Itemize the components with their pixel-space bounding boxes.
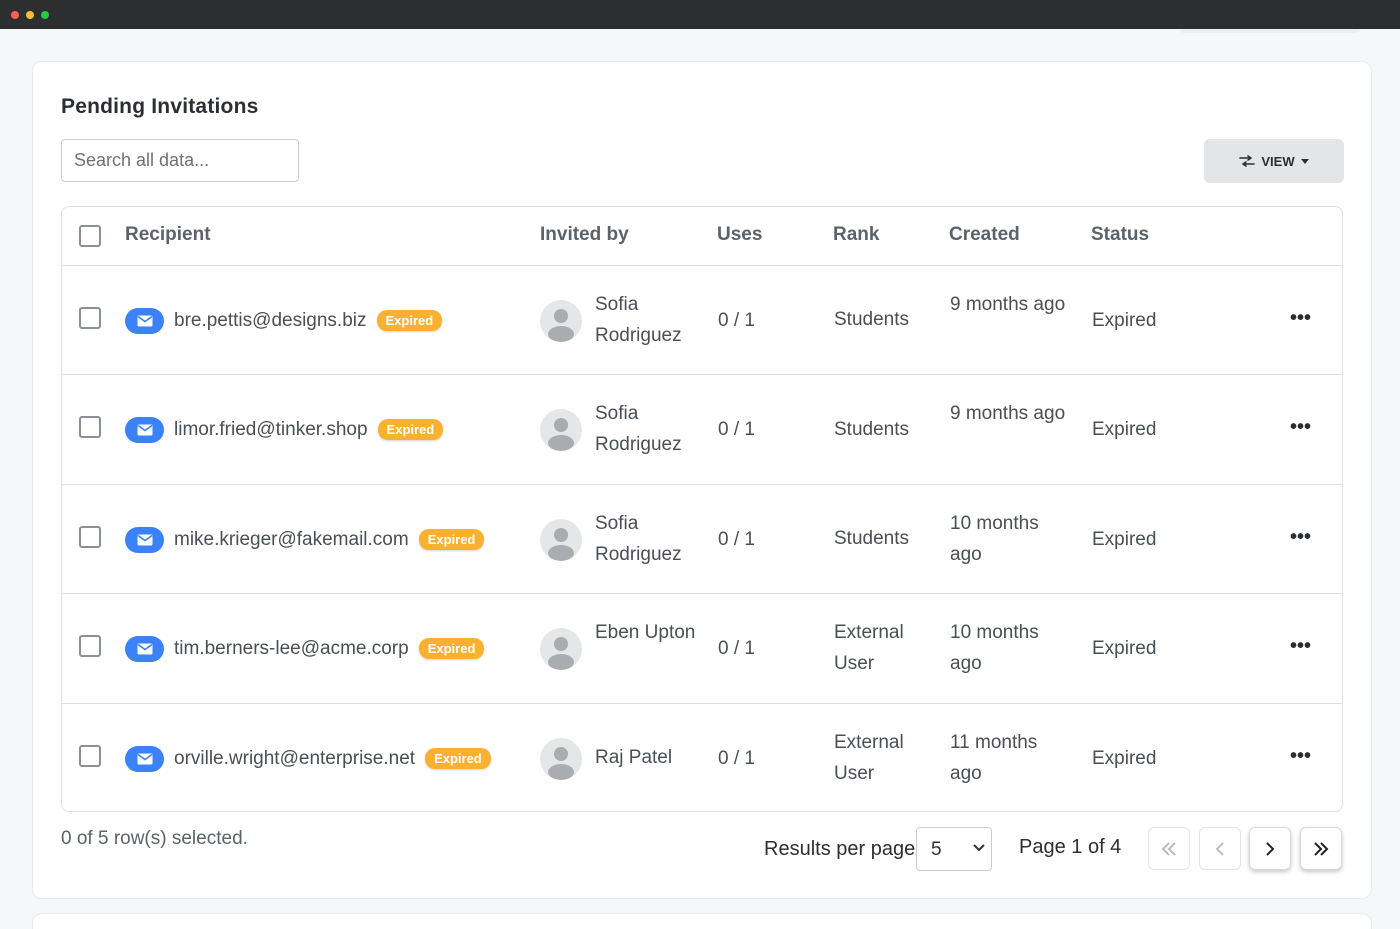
row-actions-button[interactable]: ••• [1290, 416, 1311, 439]
prev-page-button[interactable] [1199, 827, 1241, 870]
row-actions-button[interactable]: ••• [1290, 526, 1311, 549]
uses-cell: 0 / 1 [718, 309, 755, 331]
pending-invitations-card: Pending Invitations VIEW Recipient Invit… [32, 61, 1372, 899]
invitations-table: Recipient Invited by Uses Rank Created S… [61, 206, 1343, 812]
recipient-cell: orville.wright@enterprise.net Expired [174, 743, 491, 774]
table-row[interactable]: tim.berners-lee@acme.corp Expired Eben U… [62, 594, 1342, 704]
card-title: Pending Invitations [61, 95, 259, 118]
rank-cell: External User [834, 731, 904, 784]
caret-down-icon [1300, 158, 1309, 164]
created-cell: 9 months ago [950, 403, 1066, 424]
created-cell: 9 months ago [950, 293, 1066, 315]
results-per-page-label: Results per page [764, 838, 916, 860]
row-checkbox[interactable] [79, 525, 101, 548]
invited-by-cell: Raj Patel [595, 747, 673, 768]
expired-badge: Expired [377, 419, 444, 440]
table-row[interactable]: bre.pettis@designs.biz Expired Sofia Rod… [62, 266, 1342, 375]
header-recipient[interactable]: Recipient [125, 224, 211, 246]
status-cell: Expired [1092, 747, 1157, 769]
rank-cell: Students [834, 528, 909, 549]
recipient-email[interactable]: limor.fried@tinker.shop [174, 414, 368, 445]
view-options-button[interactable]: VIEW [1204, 139, 1344, 183]
user-avatar-icon [540, 628, 582, 670]
rank-cell: Students [834, 309, 909, 330]
header-created[interactable]: Created [949, 224, 1020, 246]
mail-icon [125, 417, 164, 443]
invited-by-cell: Sofia Rodriguez [595, 512, 682, 565]
maximize-window-button[interactable] [41, 11, 49, 19]
select-all-checkbox[interactable] [79, 225, 101, 247]
invited-by-cell: Eben Upton [595, 622, 696, 643]
search-input[interactable] [61, 139, 299, 182]
header-invited-by[interactable]: Invited by [540, 224, 629, 246]
sliders-icon [1239, 155, 1256, 167]
window-titlebar [0, 0, 1400, 29]
rank-cell: External User [834, 622, 904, 674]
user-avatar-icon [540, 299, 582, 342]
results-per-page-select[interactable]: 5 [916, 827, 992, 871]
table-row[interactable]: limor.fried@tinker.shop Expired Sofia Ro… [62, 375, 1342, 485]
row-checkbox[interactable] [79, 416, 101, 438]
next-card [32, 913, 1372, 929]
row-checkbox[interactable] [79, 635, 101, 657]
invited-by-cell: Sofia Rodriguez [595, 293, 682, 346]
last-page-button[interactable] [1300, 827, 1342, 870]
created-cell: 10 months ago [950, 512, 1039, 565]
header-status[interactable]: Status [1091, 224, 1149, 246]
table-row[interactable]: mike.krieger@fakemail.com Expired Sofia … [62, 485, 1342, 594]
header-uses[interactable]: Uses [717, 224, 762, 246]
recipient-email[interactable]: tim.berners-lee@acme.corp [174, 633, 409, 664]
chevron-right-icon [1266, 841, 1275, 856]
row-checkbox[interactable] [79, 744, 101, 767]
row-actions-button[interactable]: ••• [1290, 745, 1311, 768]
recipient-email[interactable]: bre.pettis@designs.biz [174, 305, 367, 336]
first-page-button[interactable] [1148, 827, 1190, 870]
selection-count: 0 of 5 row(s) selected. [61, 828, 248, 849]
status-cell: Expired [1092, 528, 1157, 550]
table-header: Recipient Invited by Uses Rank Created S… [62, 207, 1342, 266]
status-cell: Expired [1092, 419, 1157, 440]
recipient-email[interactable]: orville.wright@enterprise.net [174, 743, 415, 774]
expired-badge: Expired [418, 638, 485, 659]
mail-icon [125, 307, 164, 334]
close-window-button[interactable] [11, 11, 19, 19]
status-cell: Expired [1092, 309, 1157, 331]
row-actions-button[interactable]: ••• [1290, 307, 1311, 330]
user-avatar-icon [540, 518, 582, 561]
view-button-label: VIEW [1261, 153, 1295, 169]
user-avatar-icon [540, 737, 582, 780]
user-avatar-icon [540, 409, 582, 451]
row-actions-button[interactable]: ••• [1290, 635, 1311, 658]
uses-cell: 0 / 1 [718, 419, 755, 440]
expired-badge: Expired [376, 309, 443, 331]
next-page-button[interactable] [1249, 827, 1291, 870]
mail-icon [125, 526, 164, 553]
table-row[interactable]: orville.wright@enterprise.net Expired Ra… [62, 704, 1342, 811]
rank-cell: Students [834, 418, 909, 440]
recipient-cell: mike.krieger@fakemail.com Expired [174, 524, 485, 555]
row-checkbox[interactable] [79, 306, 101, 329]
recipient-cell: tim.berners-lee@acme.corp Expired [174, 633, 485, 664]
uses-cell: 0 / 1 [718, 638, 755, 659]
recipient-cell: limor.fried@tinker.shop Expired [174, 414, 444, 445]
chevron-double-left-icon [1161, 841, 1176, 856]
uses-cell: 0 / 1 [718, 747, 755, 769]
chevron-double-right-icon [1314, 841, 1329, 856]
chevron-left-icon [1215, 841, 1224, 856]
created-cell: 10 months ago [950, 622, 1039, 674]
recipient-cell: bre.pettis@designs.biz Expired [174, 305, 443, 336]
status-cell: Expired [1092, 638, 1157, 659]
created-cell: 11 months ago [950, 731, 1038, 784]
expired-badge: Expired [425, 747, 491, 769]
mail-icon [125, 636, 164, 662]
invited-by-cell: Sofia Rodriguez [595, 403, 682, 455]
minimize-window-button[interactable] [26, 11, 34, 19]
top-shadow-decoration [1180, 29, 1360, 33]
page-info: Page 1 of 4 [1019, 836, 1122, 858]
expired-badge: Expired [418, 528, 485, 550]
recipient-email[interactable]: mike.krieger@fakemail.com [174, 524, 409, 555]
uses-cell: 0 / 1 [718, 528, 755, 550]
mail-icon [125, 745, 164, 772]
header-rank[interactable]: Rank [833, 224, 879, 246]
